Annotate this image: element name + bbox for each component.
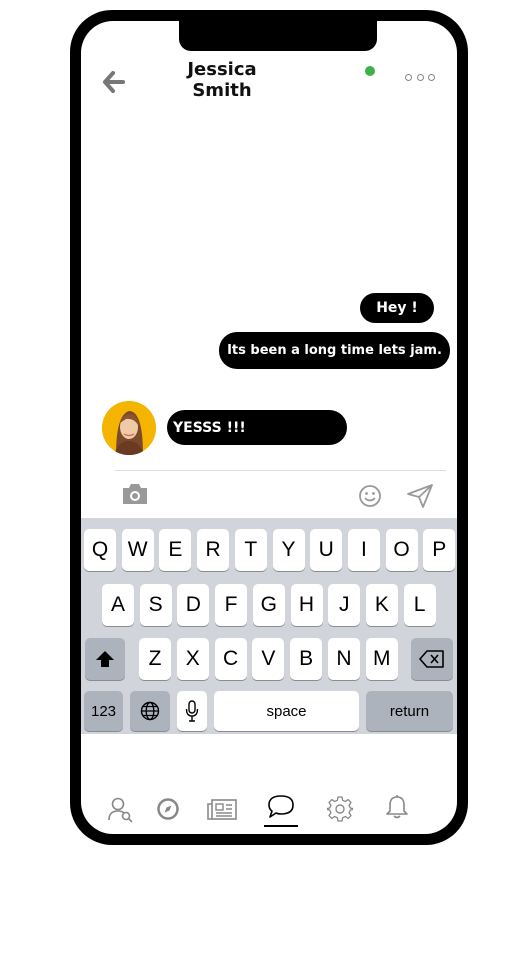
key-q[interactable]: Q bbox=[84, 529, 116, 571]
online-status-dot bbox=[365, 66, 375, 76]
tab-bar bbox=[81, 781, 457, 831]
key-a[interactable]: A bbox=[102, 584, 134, 626]
key-p[interactable]: P bbox=[423, 529, 456, 571]
delete-key[interactable] bbox=[411, 638, 453, 680]
send-icon[interactable] bbox=[406, 483, 434, 509]
key-i[interactable]: I bbox=[347, 529, 380, 571]
key-c[interactable]: C bbox=[214, 638, 247, 680]
globe-icon bbox=[140, 701, 160, 721]
notifications-icon[interactable] bbox=[385, 794, 409, 820]
message-received: YESSS !!! bbox=[167, 410, 347, 445]
contact-name[interactable]: Jessica Smith bbox=[157, 59, 287, 101]
key-j[interactable]: J bbox=[328, 584, 361, 626]
contacts-icon[interactable] bbox=[108, 796, 134, 824]
chat-screen: Jessica Smith Hey ! Its been a long time… bbox=[81, 21, 457, 834]
key-x[interactable]: X bbox=[176, 638, 209, 680]
camera-icon[interactable] bbox=[121, 482, 149, 506]
key-r[interactable]: R bbox=[197, 529, 230, 571]
globe-key[interactable] bbox=[130, 691, 170, 731]
key-y[interactable]: Y bbox=[272, 529, 305, 571]
chat-icon[interactable] bbox=[267, 794, 295, 820]
notch bbox=[179, 21, 377, 51]
back-arrow-icon[interactable] bbox=[101, 69, 127, 95]
key-t[interactable]: T bbox=[234, 529, 267, 571]
shift-key[interactable] bbox=[85, 638, 125, 680]
phone-frame: Jessica Smith Hey ! Its been a long time… bbox=[70, 10, 468, 845]
news-icon[interactable] bbox=[207, 799, 237, 821]
more-options-icon[interactable] bbox=[405, 71, 435, 83]
backspace-icon bbox=[419, 650, 444, 668]
key-d[interactable]: D bbox=[177, 584, 210, 626]
settings-icon[interactable] bbox=[327, 796, 353, 822]
key-e[interactable]: E bbox=[159, 529, 192, 571]
space-key[interactable]: space bbox=[214, 691, 359, 731]
explore-icon[interactable] bbox=[157, 798, 179, 820]
key-v[interactable]: V bbox=[252, 638, 285, 680]
key-g[interactable]: G bbox=[252, 584, 285, 626]
return-key[interactable]: return bbox=[366, 691, 453, 731]
keyboard: QWERTYUIOP ASDFGHJKL ZXCVBNM 123 space r… bbox=[81, 518, 457, 734]
key-k[interactable]: K bbox=[365, 584, 398, 626]
key-o[interactable]: O bbox=[385, 529, 418, 571]
shift-icon bbox=[96, 651, 114, 667]
emoji-icon[interactable] bbox=[358, 484, 382, 508]
key-z[interactable]: Z bbox=[139, 638, 171, 680]
microphone-icon bbox=[185, 700, 199, 722]
numbers-key[interactable]: 123 bbox=[84, 691, 123, 731]
key-h[interactable]: H bbox=[290, 584, 323, 626]
key-n[interactable]: N bbox=[328, 638, 360, 680]
key-b[interactable]: B bbox=[290, 638, 323, 680]
key-f[interactable]: F bbox=[215, 584, 248, 626]
message-sent: Hey ! bbox=[360, 293, 434, 323]
key-w[interactable]: W bbox=[121, 529, 154, 571]
composer-divider bbox=[115, 470, 446, 471]
dictation-key[interactable] bbox=[177, 691, 207, 731]
key-s[interactable]: S bbox=[139, 584, 172, 626]
key-m[interactable]: M bbox=[365, 638, 398, 680]
message-sent: Its been a long time lets jam. bbox=[219, 332, 450, 369]
key-u[interactable]: U bbox=[310, 529, 343, 571]
avatar[interactable] bbox=[102, 401, 156, 455]
key-l[interactable]: L bbox=[403, 584, 436, 626]
active-tab-indicator bbox=[264, 825, 298, 827]
